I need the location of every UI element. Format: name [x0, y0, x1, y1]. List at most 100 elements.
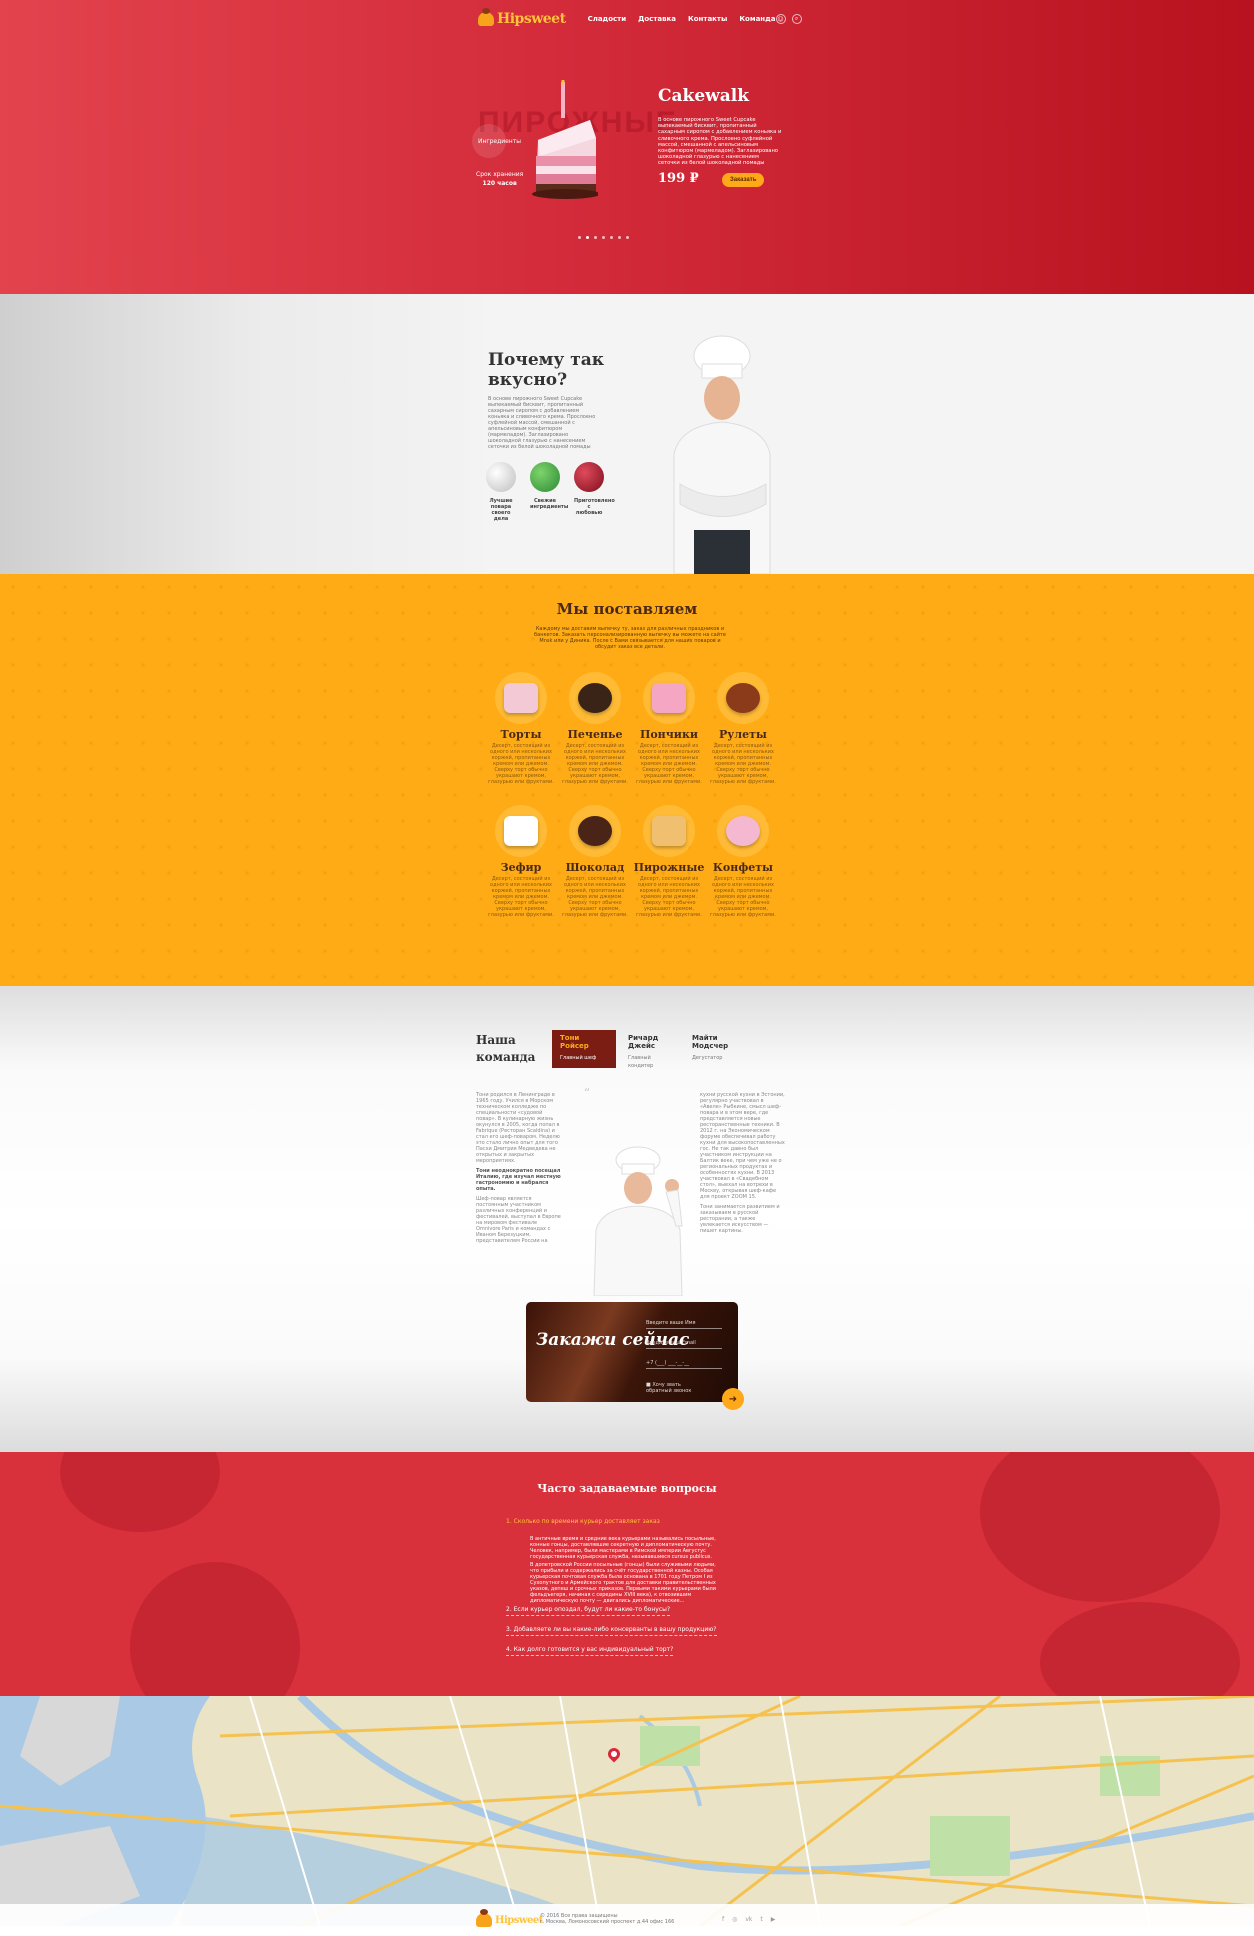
- slider-dot[interactable]: [618, 236, 621, 239]
- logo-text: Hipsweet: [495, 1914, 543, 1926]
- instagram-icon[interactable]: ◎: [732, 1916, 737, 1923]
- map-section[interactable]: [0, 1696, 1254, 1926]
- submit-order-button[interactable]: ➜: [722, 1388, 744, 1410]
- donut-icon: [643, 672, 695, 724]
- logo-text: Hipsweet: [497, 11, 566, 27]
- feature-label: Свежие ингредиенты: [530, 498, 569, 510]
- top-nav: Hipsweet Сладости Доставка Контакты Кома…: [478, 8, 802, 30]
- product-description: Десерт, состоящий из одного или нескольк…: [636, 876, 702, 918]
- youtube-icon[interactable]: ▶: [771, 1916, 776, 1923]
- footer-logo[interactable]: Hipsweet: [476, 1909, 543, 1927]
- product-name: Рулеты: [719, 728, 767, 741]
- supply-subtitle: Каждому мы доставим выпечку ту, заказ дл…: [534, 626, 726, 650]
- hero-section: Hipsweet Сладости Доставка Контакты Кома…: [0, 0, 1254, 294]
- ingredients-bubble: [472, 124, 506, 158]
- cookie-icon: [569, 672, 621, 724]
- feature-love: Приготовлено с любовью: [574, 462, 615, 522]
- main-nav: Сладости Доставка Контакты Команда: [588, 15, 776, 23]
- order-form: Закажи сейчас Введите ваше Имя Введите в…: [526, 1302, 738, 1402]
- product-name: Торты: [500, 728, 542, 741]
- product-description: Десерт, состоящий из одного или нескольк…: [562, 876, 628, 918]
- faq-question-4[interactable]: 4. Как долго готовится у вас индивидуаль…: [506, 1646, 674, 1656]
- product-card[interactable]: Зефир Десерт, состоящий из одного или нес…: [484, 805, 558, 918]
- berry-icon: [574, 462, 604, 492]
- feature-label: Лучшие повара своего дела: [489, 498, 513, 522]
- why-section: Почему так вкусно? В основе пирожного Sw…: [0, 294, 1254, 574]
- city-map[interactable]: [0, 1696, 1254, 1926]
- slider-dot[interactable]: [626, 236, 629, 239]
- member-name: Майти Модсчер: [692, 1034, 729, 1050]
- nav-icons: ☺ ⌕: [775, 14, 802, 24]
- product-card[interactable]: Конфеты Десерт, состоящий из одного или н…: [706, 805, 780, 918]
- product-name: Шоколад: [565, 861, 625, 874]
- faq-question-3[interactable]: 3. Добавляете ли вы какие-либо консерван…: [506, 1626, 717, 1636]
- nav-item-sweets[interactable]: Сладости: [588, 15, 627, 23]
- product-card[interactable]: Печенье Десерт, состоящий из одного или н…: [558, 672, 632, 785]
- arrow-right-icon: ➜: [728, 1393, 738, 1405]
- team-tab-tony[interactable]: Тони Ройсер Главный шеф: [552, 1030, 616, 1068]
- faq-question-1[interactable]: 1. Сколько по времени курьер доставляет …: [506, 1518, 660, 1527]
- faq-section: Часто задаваемые вопросы 1. Сколько по в…: [0, 1452, 1254, 1696]
- vk-icon[interactable]: vk: [745, 1916, 752, 1923]
- bio-paragraph: Тони родился в Ленинграде в 1965 году. У…: [476, 1092, 560, 1164]
- product-card[interactable]: Пирожные Десерт, состоящий из одного или …: [632, 805, 706, 918]
- product-name: Печенье: [567, 728, 623, 741]
- marshmallow-icon: [495, 805, 547, 857]
- faq-answer: В античные время и средние века курьерам…: [530, 1536, 716, 1560]
- product-card[interactable]: Пончики Десерт, состоящий из одного или н…: [632, 672, 706, 785]
- product-description: В основе пирожного Sweet Cupcake выпекае…: [658, 117, 782, 167]
- email-input[interactable]: Введите ваш Email: [646, 1340, 722, 1349]
- facebook-icon[interactable]: f: [722, 1916, 724, 1923]
- twitter-icon[interactable]: t: [760, 1916, 762, 1923]
- user-icon[interactable]: ☺: [775, 14, 786, 24]
- team-section: Наша команда Тони Ройсер Главный шеф Рич…: [0, 986, 1254, 1452]
- product-card[interactable]: Шоколад Десерт, состоящий из одного или н…: [558, 805, 632, 918]
- phone-input[interactable]: +7 (___) ___-__-__: [646, 1360, 722, 1369]
- order-button[interactable]: Заказать: [722, 173, 765, 187]
- name-input[interactable]: Введите ваше Имя: [646, 1320, 722, 1329]
- faq-answer: В допетровской России посыльные (гонцы) …: [530, 1562, 716, 1604]
- slider-dot[interactable]: [602, 236, 605, 239]
- product-card[interactable]: Рулеты Десерт, состоящий из одного или не…: [706, 672, 780, 785]
- why-features: Лучшие повара своего дела Свежие ингреди…: [486, 462, 615, 522]
- product-price: 199 ₽: [658, 171, 699, 186]
- address: г. Москва, Ломоносовский проспект д.44 о…: [540, 1919, 675, 1925]
- product-name: Пончики: [639, 728, 699, 741]
- chef-tony-photo: [593, 1146, 683, 1296]
- slider-dot[interactable]: [594, 236, 597, 239]
- price-currency: ₽: [689, 171, 699, 186]
- footer: Hipsweet © 2016 Все права защищены г. Мо…: [0, 1904, 1254, 1936]
- chocolate-decoration: [980, 1452, 1220, 1602]
- product-name: Конфеты: [712, 861, 774, 874]
- member-name: Тони Ройсер: [560, 1034, 589, 1050]
- chef-photo: [673, 335, 771, 574]
- callback-label: Хочу звать обратный звонок: [646, 1382, 692, 1394]
- slider-dot[interactable]: [586, 236, 589, 239]
- shelf-life-label: Срок хранения: [476, 171, 524, 178]
- roll-icon: [717, 672, 769, 724]
- product-name: Пирожные: [633, 861, 705, 874]
- product-description: Десерт, состоящий из одного или нескольк…: [710, 743, 776, 785]
- nav-item-contacts[interactable]: Контакты: [688, 15, 727, 23]
- logo[interactable]: Hipsweet: [478, 8, 566, 27]
- ingredients-toggle[interactable]: Ингредиенты: [472, 124, 521, 158]
- nav-item-delivery[interactable]: Доставка: [638, 15, 676, 23]
- member-role: Дегустатор: [692, 1055, 723, 1061]
- feature-chefs: Лучшие повара своего дела: [486, 462, 516, 522]
- team-tab-richard[interactable]: Ричард Джейс Главный кондитер: [620, 1030, 684, 1069]
- product-description: Десерт, состоящий из одного или нескольк…: [710, 876, 776, 918]
- nav-item-team[interactable]: Команда: [739, 15, 775, 23]
- candy-icon: [717, 805, 769, 857]
- product-card[interactable]: Торты Десерт, состоящий из одного или нес…: [484, 672, 558, 785]
- chocolate-decoration: [1040, 1602, 1240, 1696]
- faq-question-2[interactable]: 2. Если курьер опоздал, будут ли какие-т…: [506, 1606, 671, 1616]
- supply-title: Мы поставляем: [556, 600, 698, 618]
- product-description: Десерт, состоящий из одного или нескольк…: [562, 743, 628, 785]
- slider-dot[interactable]: [610, 236, 613, 239]
- search-icon[interactable]: ⌕: [791, 14, 802, 24]
- slider-dot[interactable]: [578, 236, 581, 239]
- slider-dots: [578, 236, 629, 239]
- callback-checkbox[interactable]: ■ Хочу звать обратный звонок: [646, 1382, 706, 1394]
- bio-paragraph: Шеф-повар является постоянным участником…: [476, 1196, 561, 1244]
- team-tab-mighty[interactable]: Майти Модсчер Дегустатор: [684, 1030, 748, 1068]
